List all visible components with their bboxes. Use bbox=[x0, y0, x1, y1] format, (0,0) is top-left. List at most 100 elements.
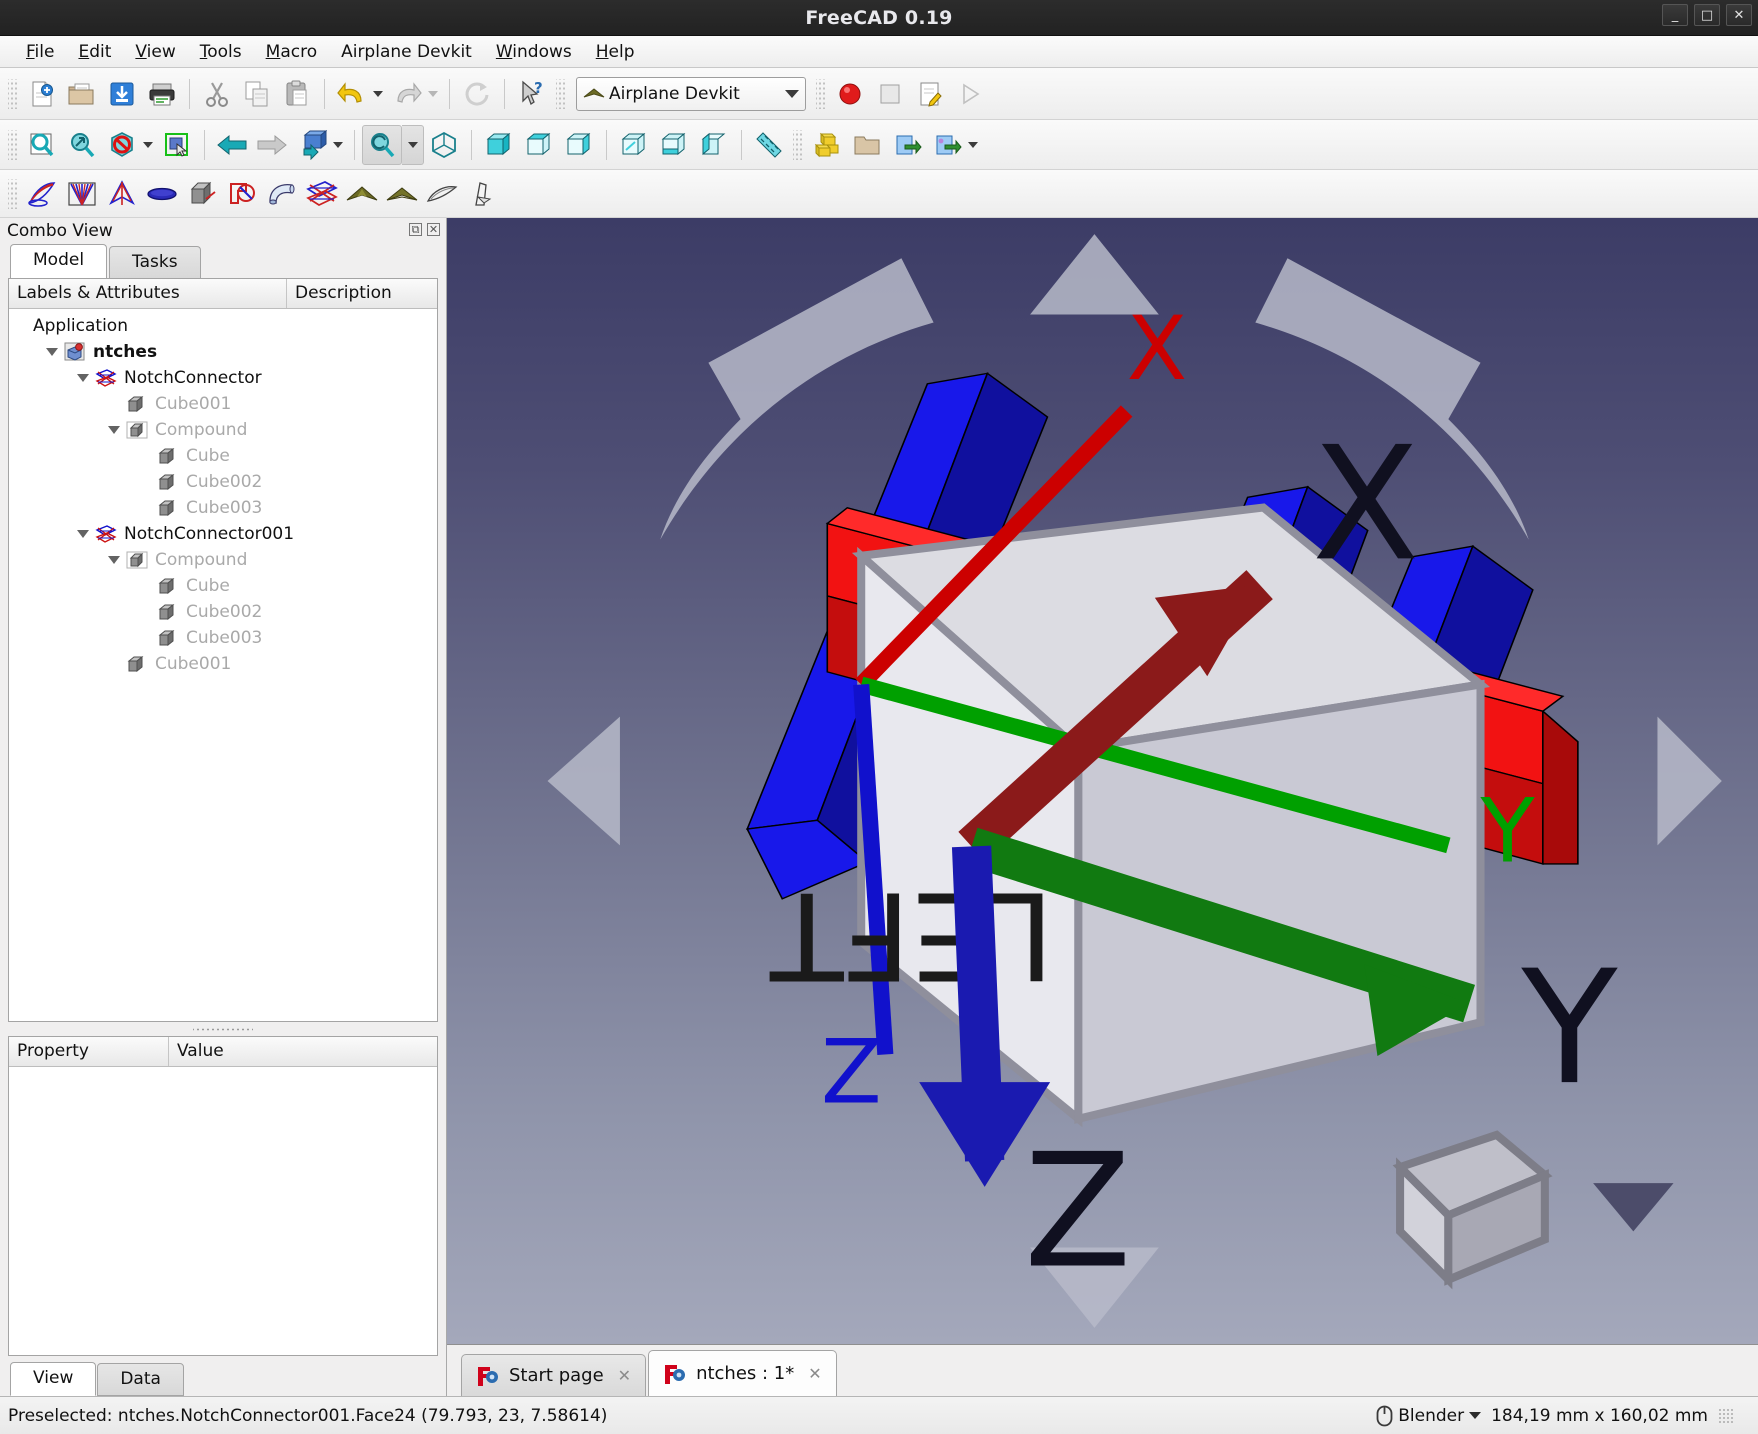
undo-button[interactable] bbox=[332, 74, 372, 114]
tab-view[interactable]: View bbox=[10, 1362, 97, 1396]
view-bottom-button[interactable] bbox=[654, 125, 694, 165]
tree-item-cube002[interactable]: Cube002 bbox=[9, 599, 437, 625]
property-column-value[interactable]: Value bbox=[169, 1037, 437, 1066]
maximize-button[interactable]: □ bbox=[1694, 4, 1720, 26]
tree-column-labels[interactable]: Labels & Attributes bbox=[9, 279, 287, 308]
zoom-refresh-button[interactable] bbox=[362, 124, 402, 165]
std-views-button[interactable] bbox=[292, 125, 332, 165]
cut-button[interactable] bbox=[197, 74, 237, 114]
float-panel-button[interactable]: ⧉ bbox=[409, 223, 422, 236]
minimize-button[interactable]: _ bbox=[1662, 4, 1688, 26]
macro-record-button[interactable] bbox=[830, 74, 870, 114]
menu-file[interactable]: File bbox=[14, 39, 66, 65]
menu-windows[interactable]: Windows bbox=[484, 39, 584, 65]
menu-help[interactable]: Help bbox=[584, 39, 647, 65]
tail-button[interactable] bbox=[462, 174, 502, 214]
view-rear-button[interactable] bbox=[614, 125, 654, 165]
doc-tab-ntches[interactable]: ntches : 1* ✕ bbox=[648, 1350, 837, 1396]
tree-item-cube[interactable]: Cube bbox=[9, 573, 437, 599]
close-button[interactable]: ✕ bbox=[1726, 4, 1752, 26]
property-rows[interactable] bbox=[9, 1067, 437, 1355]
chevron-down-icon[interactable] bbox=[1469, 1412, 1482, 1419]
open-document-button[interactable] bbox=[62, 74, 102, 114]
tree-item-application[interactable]: Application bbox=[9, 313, 437, 339]
tree-item-cube[interactable]: Cube bbox=[9, 443, 437, 469]
menu-tools[interactable]: Tools bbox=[188, 39, 254, 65]
3d-viewport[interactable]: X Y Z LEFT X Y Z bbox=[447, 218, 1758, 1344]
wing-button[interactable] bbox=[22, 174, 62, 214]
nav-forward-button[interactable] bbox=[252, 125, 292, 165]
macro-stop-button[interactable] bbox=[870, 74, 910, 114]
menu-macro[interactable]: Macro bbox=[254, 39, 329, 65]
fuselage-button[interactable] bbox=[422, 174, 462, 214]
copy-button[interactable] bbox=[237, 74, 277, 114]
toolbar-grip[interactable] bbox=[816, 78, 826, 109]
property-column-name[interactable]: Property bbox=[9, 1037, 169, 1066]
chevron-down-icon[interactable] bbox=[46, 348, 58, 356]
tree-item-cube002[interactable]: Cube002 bbox=[9, 469, 437, 495]
link-actions-button[interactable] bbox=[927, 125, 967, 165]
macro-execute-button[interactable] bbox=[950, 74, 990, 114]
toolbar-grip[interactable] bbox=[8, 129, 18, 160]
axonometric-button[interactable] bbox=[424, 125, 464, 165]
measure-button[interactable] bbox=[749, 125, 789, 165]
airplane-alt-button[interactable] bbox=[382, 174, 422, 214]
doc-tab-close-icon[interactable]: ✕ bbox=[618, 1366, 631, 1385]
airplane-top-button[interactable] bbox=[342, 174, 382, 214]
close-panel-button[interactable]: ✕ bbox=[427, 223, 440, 236]
tree-item-notchconnector001[interactable]: NotchConnector001 bbox=[9, 521, 437, 547]
tab-data[interactable]: Data bbox=[97, 1363, 184, 1396]
menu-airplane-devkit[interactable]: Airplane Devkit bbox=[329, 39, 484, 65]
fit-selection-button[interactable] bbox=[62, 125, 102, 165]
draw-style-button[interactable] bbox=[102, 125, 142, 165]
menu-edit[interactable]: Edit bbox=[66, 39, 123, 65]
view-front-button[interactable] bbox=[479, 125, 519, 165]
std-views-dropdown-arrow[interactable] bbox=[333, 141, 343, 148]
draw-style-dropdown-arrow[interactable] bbox=[143, 141, 153, 148]
airfoil-button[interactable] bbox=[102, 174, 142, 214]
ellipse-button[interactable] bbox=[142, 174, 182, 214]
macro-edit-button[interactable] bbox=[910, 74, 950, 114]
whats-this-button[interactable]: ? bbox=[512, 74, 552, 114]
folder-button[interactable] bbox=[847, 125, 887, 165]
toolbar-grip[interactable] bbox=[556, 78, 566, 109]
box-button[interactable] bbox=[182, 174, 222, 214]
doc-tab-close-icon[interactable]: ✕ bbox=[808, 1364, 821, 1383]
tree-item-compound[interactable]: Compound bbox=[9, 547, 437, 573]
undo-dropdown-arrow[interactable] bbox=[373, 90, 383, 97]
chevron-down-icon[interactable] bbox=[77, 374, 89, 382]
print-button[interactable] bbox=[142, 74, 182, 114]
paste-button[interactable] bbox=[277, 74, 317, 114]
toolbar-grip[interactable] bbox=[793, 129, 803, 160]
save-document-button[interactable] bbox=[102, 74, 142, 114]
tree-item-ntches[interactable]: ntches bbox=[9, 339, 437, 365]
refresh-button[interactable] bbox=[457, 74, 497, 114]
fit-all-button[interactable] bbox=[22, 125, 62, 165]
chevron-down-icon[interactable] bbox=[108, 556, 120, 564]
window-resize-grip[interactable] bbox=[1718, 1407, 1734, 1424]
link-actions-dropdown-arrow[interactable] bbox=[968, 141, 978, 148]
redo-button[interactable] bbox=[387, 74, 427, 114]
zoom-dropdown-button[interactable] bbox=[402, 124, 424, 165]
tree-column-description[interactable]: Description bbox=[287, 279, 437, 308]
toolbar-grip[interactable] bbox=[8, 78, 18, 109]
chevron-down-icon[interactable] bbox=[785, 89, 799, 98]
nav-back-button[interactable] bbox=[212, 125, 252, 165]
box-selection-button[interactable] bbox=[157, 125, 197, 165]
menu-view[interactable]: View bbox=[123, 39, 187, 65]
notch-button[interactable] bbox=[222, 174, 262, 214]
tube-button[interactable] bbox=[262, 174, 302, 214]
tab-tasks[interactable]: Tasks bbox=[109, 246, 201, 278]
view-left-button[interactable] bbox=[694, 125, 734, 165]
view-right-button[interactable] bbox=[559, 125, 599, 165]
chevron-down-icon[interactable] bbox=[108, 426, 120, 434]
tree-item-cube001[interactable]: Cube001 bbox=[9, 391, 437, 417]
notch-connector-button[interactable] bbox=[302, 174, 342, 214]
tree-item-compound[interactable]: Compound bbox=[9, 417, 437, 443]
create-group-button[interactable] bbox=[807, 125, 847, 165]
navigation-style-selector[interactable]: Blender bbox=[1376, 1405, 1482, 1427]
panel-splitter[interactable] bbox=[193, 1025, 253, 1034]
tree-item-cube001[interactable]: Cube001 bbox=[9, 651, 437, 677]
workbench-selector[interactable]: Airplane Devkit bbox=[576, 76, 806, 111]
tree-item-cube003[interactable]: Cube003 bbox=[9, 495, 437, 521]
